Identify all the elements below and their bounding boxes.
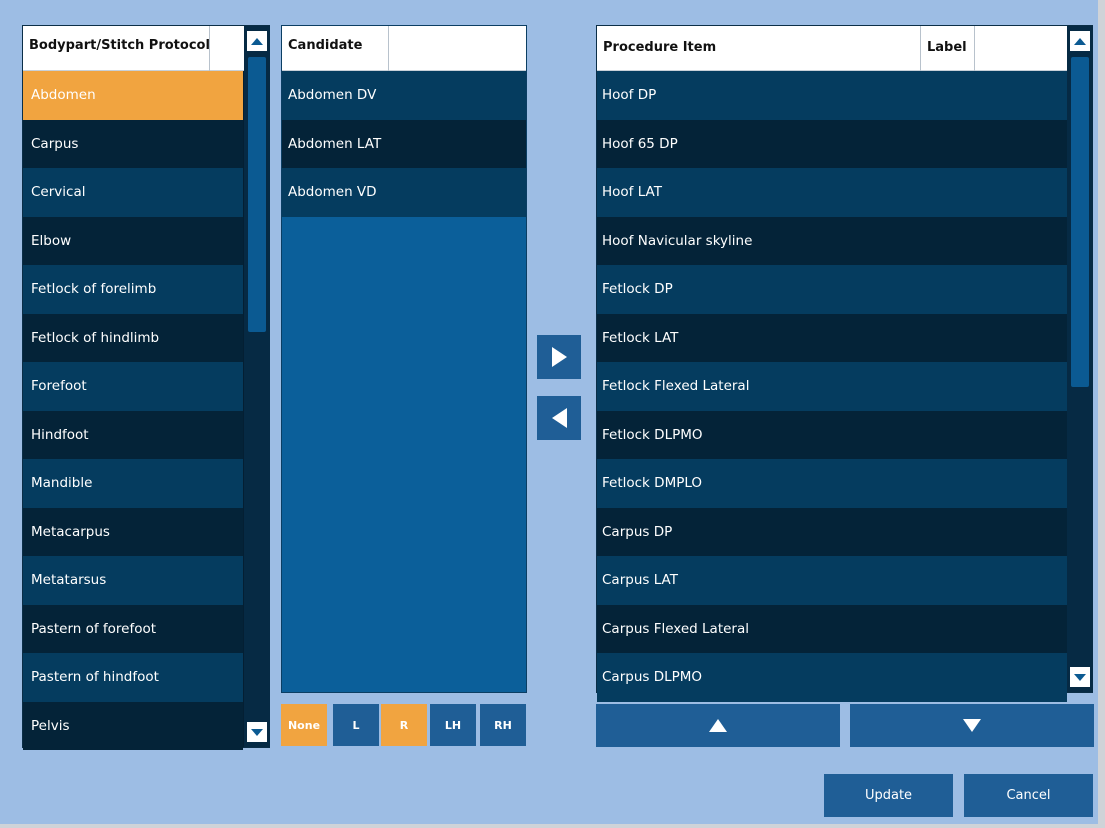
bodypart-rows: Abdomen Carpus Cervical Elbow Fetlock of for… (23, 71, 243, 750)
procedure-rows: Hoof DP Hoof 65 DP Hoof LAT Hoof Navicular … (597, 71, 1067, 702)
move-up-button[interactable] (596, 704, 840, 747)
bodypart-list: Bodypart/Stitch Protocol Abdomen Carpus Ce… (22, 25, 270, 750)
list-item[interactable]: Fetlock Flexed Lateral (597, 362, 1067, 411)
procedure-scrollbar[interactable] (1067, 26, 1093, 692)
list-item[interactable]: Abdomen VD (282, 168, 526, 217)
list-item[interactable]: Fetlock DMPLO (597, 459, 1067, 508)
list-item[interactable]: Hoof 65 DP (597, 119, 1067, 168)
scroll-down-icon[interactable] (1070, 667, 1090, 687)
move-down-button[interactable] (850, 704, 1094, 747)
scroll-up-icon[interactable] (247, 31, 267, 51)
list-item[interactable]: Fetlock of forelimb (23, 265, 243, 314)
list-item[interactable]: Metacarpus (23, 507, 243, 556)
bodypart-scrollbar[interactable] (244, 26, 270, 747)
window-bottom-edge (0, 824, 1105, 828)
candidate-list-header: Candidate (282, 26, 526, 71)
laterality-option-button[interactable]: LH (430, 704, 476, 746)
window-right-edge (1098, 0, 1105, 828)
laterality-option-button[interactable]: None (281, 704, 327, 746)
update-button[interactable]: Update (824, 774, 953, 817)
list-item[interactable]: Metatarsus (23, 556, 243, 605)
procedure-scroll-thumb[interactable] (1071, 57, 1089, 387)
bodypart-list-header: Bodypart/Stitch Protocol (23, 26, 245, 71)
list-item[interactable]: Carpus (23, 119, 243, 168)
remove-from-procedure-button[interactable] (537, 396, 581, 440)
add-to-procedure-button[interactable] (537, 335, 581, 379)
label-column-header[interactable]: Label (921, 26, 975, 71)
list-item[interactable]: Fetlock DP (597, 265, 1067, 314)
list-item[interactable]: Hoof Navicular skyline (597, 216, 1067, 265)
window-top-bar (0, 0, 1105, 8)
list-item[interactable]: Fetlock of hindlimb (23, 313, 243, 362)
laterality-option-button[interactable]: R (381, 704, 427, 746)
list-item[interactable]: Hoof DP (597, 71, 1067, 120)
list-item[interactable]: Carpus LAT (597, 556, 1067, 605)
bodypart-column-header[interactable]: Bodypart/Stitch Protocol (23, 26, 210, 71)
list-item[interactable]: Hoof LAT (597, 168, 1067, 217)
list-item[interactable]: Carpus Flexed Lateral (597, 604, 1067, 653)
procedure-column-header[interactable]: Procedure Item (597, 26, 921, 71)
list-item[interactable]: Abdomen LAT (282, 119, 526, 168)
scroll-down-icon[interactable] (247, 722, 267, 742)
procedure-list-header: Procedure Item Label (597, 26, 1067, 71)
arrow-down-icon (963, 719, 981, 732)
list-item[interactable]: Fetlock DLPMO (597, 410, 1067, 459)
procedure-list: Procedure Item Label Hoof DP Hoof 65 DP Ho… (596, 25, 1093, 702)
candidate-list: Candidate Abdomen DV Abdomen LAT Abdomen V… (281, 25, 527, 693)
list-item[interactable]: Abdomen DV (282, 71, 526, 120)
laterality-option-button[interactable]: L (333, 704, 379, 746)
arrow-left-icon (551, 408, 567, 428)
list-item[interactable]: Fetlock LAT (597, 313, 1067, 362)
list-item[interactable]: Carpus DLPMO (597, 653, 1067, 702)
list-item[interactable]: Pastern of hindfoot (23, 653, 243, 702)
bodypart-scroll-thumb[interactable] (248, 57, 266, 332)
list-item[interactable]: Elbow (23, 216, 243, 265)
cancel-button[interactable]: Cancel (964, 774, 1093, 817)
arrow-right-icon (551, 347, 567, 367)
list-item[interactable]: Mandible (23, 459, 243, 508)
candidate-rows: Abdomen DV Abdomen LAT Abdomen VD (282, 71, 526, 217)
candidate-column-header[interactable]: Candidate (282, 26, 389, 71)
list-item[interactable]: Abdomen (23, 71, 243, 120)
list-item[interactable]: Cervical (23, 168, 243, 217)
list-item[interactable]: Hindfoot (23, 410, 243, 459)
list-item[interactable]: Pastern of forefoot (23, 604, 243, 653)
laterality-option-button[interactable]: RH (480, 704, 526, 746)
arrow-up-icon (709, 719, 727, 732)
scroll-up-icon[interactable] (1070, 31, 1090, 51)
list-item[interactable]: Pelvis (23, 701, 243, 750)
list-item[interactable]: Carpus DP (597, 507, 1067, 556)
list-item[interactable]: Forefoot (23, 362, 243, 411)
